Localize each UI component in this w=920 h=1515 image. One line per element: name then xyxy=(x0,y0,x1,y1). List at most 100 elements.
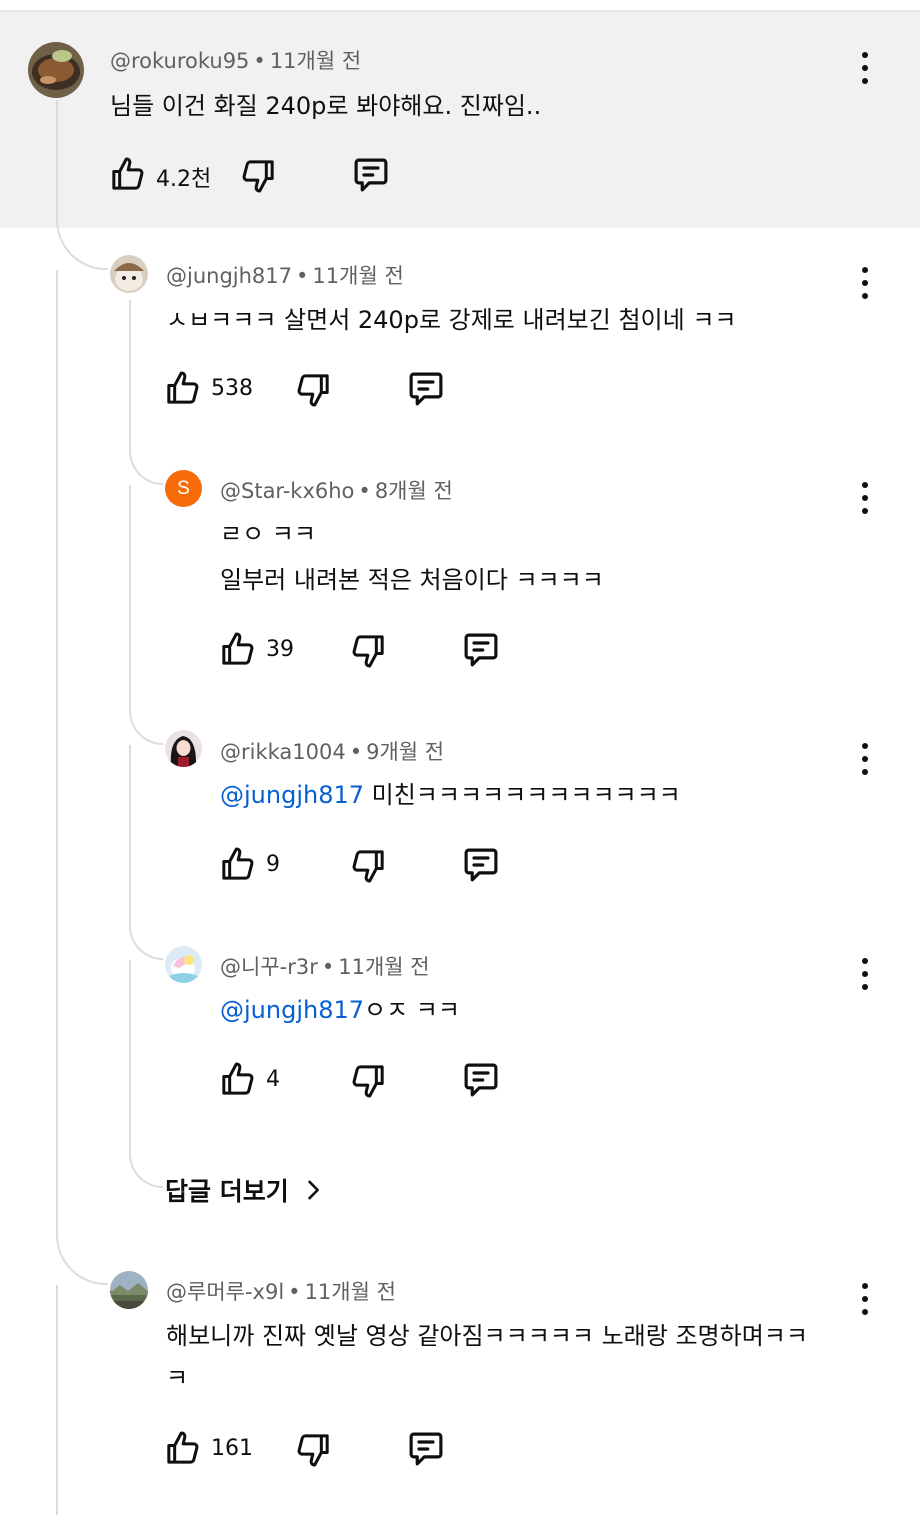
reply-comment-icon xyxy=(464,848,498,882)
avatar[interactable] xyxy=(28,42,84,98)
dislike-button[interactable] xyxy=(293,370,333,410)
reply-comment-icon xyxy=(409,372,443,406)
reply-button[interactable] xyxy=(405,368,447,410)
comment-meta: @Star-kx6ho • 8개월 전 xyxy=(220,475,453,505)
like-count: 4 xyxy=(266,1067,280,1092)
avatar[interactable] xyxy=(110,1271,148,1309)
dislike-button[interactable] xyxy=(293,1430,333,1470)
author-handle[interactable]: @rokuroku95 xyxy=(110,49,249,73)
thumbs-up-icon xyxy=(167,371,199,404)
timestamp[interactable]: 8개월 전 xyxy=(375,479,453,503)
author-handle[interactable]: @Star-kx6ho xyxy=(220,479,354,503)
like-count: 39 xyxy=(266,637,294,662)
reply-comment-icon xyxy=(464,1063,498,1097)
thumbs-down-icon xyxy=(242,160,274,193)
thread-line-replies-1 xyxy=(129,300,163,485)
thumbs-down-icon xyxy=(352,1065,384,1098)
avatar[interactable] xyxy=(165,946,202,983)
thumbs-up-icon xyxy=(222,632,254,665)
author-handle[interactable]: @rikka1004 xyxy=(220,740,346,764)
mention-link[interactable]: @jungjh817 xyxy=(220,996,364,1024)
thumbs-up-icon xyxy=(222,847,254,880)
like-count: 538 xyxy=(211,376,253,401)
like-button[interactable] xyxy=(108,154,148,194)
thumbs-down-icon xyxy=(297,1434,329,1467)
like-count: 9 xyxy=(266,852,280,877)
like-button[interactable] xyxy=(218,629,258,669)
like-button[interactable] xyxy=(218,844,258,884)
more-options-button[interactable] xyxy=(853,1279,877,1319)
comment-body: ㅇㅈ ㅋㅋ xyxy=(364,996,460,1024)
avatar[interactable] xyxy=(165,730,202,767)
timestamp[interactable]: 11개월 전 xyxy=(305,1280,396,1304)
more-vertical-icon xyxy=(862,52,868,58)
dislike-button[interactable] xyxy=(348,631,388,671)
separator-dot: • xyxy=(296,264,309,288)
thumbs-down-icon xyxy=(297,374,329,407)
comment-section: @rokuroku95 • 11개월 전 님들 이건 화질 240p로 봐야해요. … xyxy=(0,0,920,1515)
thread-line-main-2 xyxy=(56,270,108,1285)
comment-text: 해보니까 진짜 옛날 영상 같아짐ㅋㅋㅋㅋㅋ 노래랑 조명하며ㅋㅋ xyxy=(166,1322,808,1350)
thread-line-replies-3 xyxy=(129,745,163,960)
comment-meta: @rokuroku95 • 11개월 전 xyxy=(110,45,361,75)
dislike-button[interactable] xyxy=(238,156,278,196)
more-options-button[interactable] xyxy=(853,739,877,779)
timestamp[interactable]: 9개월 전 xyxy=(366,740,444,764)
reply-comment-icon xyxy=(464,633,498,667)
comment-text: ㅅㅂㅋㅋㅋ 살면서 240p로 강제로 내려보긴 첨이네 ㅋㅋ xyxy=(166,306,737,334)
more-options-button[interactable] xyxy=(853,263,877,303)
separator-dot: • xyxy=(288,1280,301,1304)
comment-body: 미친ㅋㅋㅋㅋㅋㅋㅋㅋㅋㅋㅋㅋ xyxy=(364,781,681,809)
dislike-button[interactable] xyxy=(348,846,388,886)
more-replies-label: 답글 더보기 xyxy=(165,1177,289,1206)
comment-text: @jungjh817ㅇㅈ ㅋㅋ xyxy=(220,990,460,1025)
reply-button[interactable] xyxy=(350,154,392,196)
reply-comment-icon xyxy=(354,158,388,192)
thumbs-up-icon xyxy=(222,1062,254,1095)
separator-dot: • xyxy=(349,740,363,764)
separator-dot: • xyxy=(358,479,371,503)
avatar[interactable]: S xyxy=(165,470,202,507)
timestamp[interactable]: 11개월 전 xyxy=(270,49,361,73)
author-handle[interactable]: @루머루-x9l xyxy=(166,1280,284,1304)
author-handle[interactable]: @jungjh817 xyxy=(166,264,292,288)
thumbs-up-icon xyxy=(167,1431,199,1464)
more-vertical-icon xyxy=(862,482,868,488)
comment-text: 님들 이건 화질 240p로 봐야해요. 진짜임.. xyxy=(110,92,542,120)
timestamp[interactable]: 11개월 전 xyxy=(312,264,403,288)
separator-dot: • xyxy=(321,955,335,979)
more-options-button[interactable] xyxy=(853,954,877,994)
avatar[interactable] xyxy=(110,255,148,293)
reply-button[interactable] xyxy=(460,844,502,886)
comment-meta: @jungjh817 • 11개월 전 xyxy=(166,260,404,290)
thumbs-down-icon xyxy=(352,635,384,668)
thread-line-replies-4 xyxy=(129,960,163,1188)
separator-dot: • xyxy=(253,49,266,73)
comment-meta: @니꾸-r3r • 11개월 전 xyxy=(220,951,430,981)
more-vertical-icon xyxy=(862,1283,868,1289)
more-replies-button[interactable]: 답글 더보기 xyxy=(165,1172,327,1208)
thread-line-main xyxy=(56,100,108,270)
like-button[interactable] xyxy=(163,368,203,408)
chevron-right-icon xyxy=(307,1180,319,1200)
reply-button[interactable] xyxy=(405,1428,447,1470)
mention-link[interactable]: @jungjh817 xyxy=(220,781,364,809)
comment-text: 일부러 내려본 적은 처음이다 ㅋㅋㅋㅋ xyxy=(220,566,604,594)
author-handle[interactable]: @니꾸-r3r xyxy=(220,955,318,979)
reply-button[interactable] xyxy=(460,1059,502,1101)
timestamp[interactable]: 11개월 전 xyxy=(338,955,429,979)
like-button[interactable] xyxy=(163,1428,203,1468)
dislike-button[interactable] xyxy=(348,1061,388,1101)
more-options-button[interactable] xyxy=(853,48,877,88)
thread-line-replies-2 xyxy=(129,485,163,745)
thread-line-main-3 xyxy=(56,1285,58,1515)
more-vertical-icon xyxy=(862,267,868,273)
more-options-button[interactable] xyxy=(853,478,877,518)
comment-text: ㄹㅇ ㅋㅋ xyxy=(220,520,316,548)
comment-text: @jungjh817 미친ㅋㅋㅋㅋㅋㅋㅋㅋㅋㅋㅋㅋ xyxy=(220,775,681,810)
like-button[interactable] xyxy=(218,1059,258,1099)
thumbs-up-icon xyxy=(112,157,144,190)
more-vertical-icon xyxy=(862,743,868,749)
more-vertical-icon xyxy=(862,958,868,964)
reply-button[interactable] xyxy=(460,629,502,671)
